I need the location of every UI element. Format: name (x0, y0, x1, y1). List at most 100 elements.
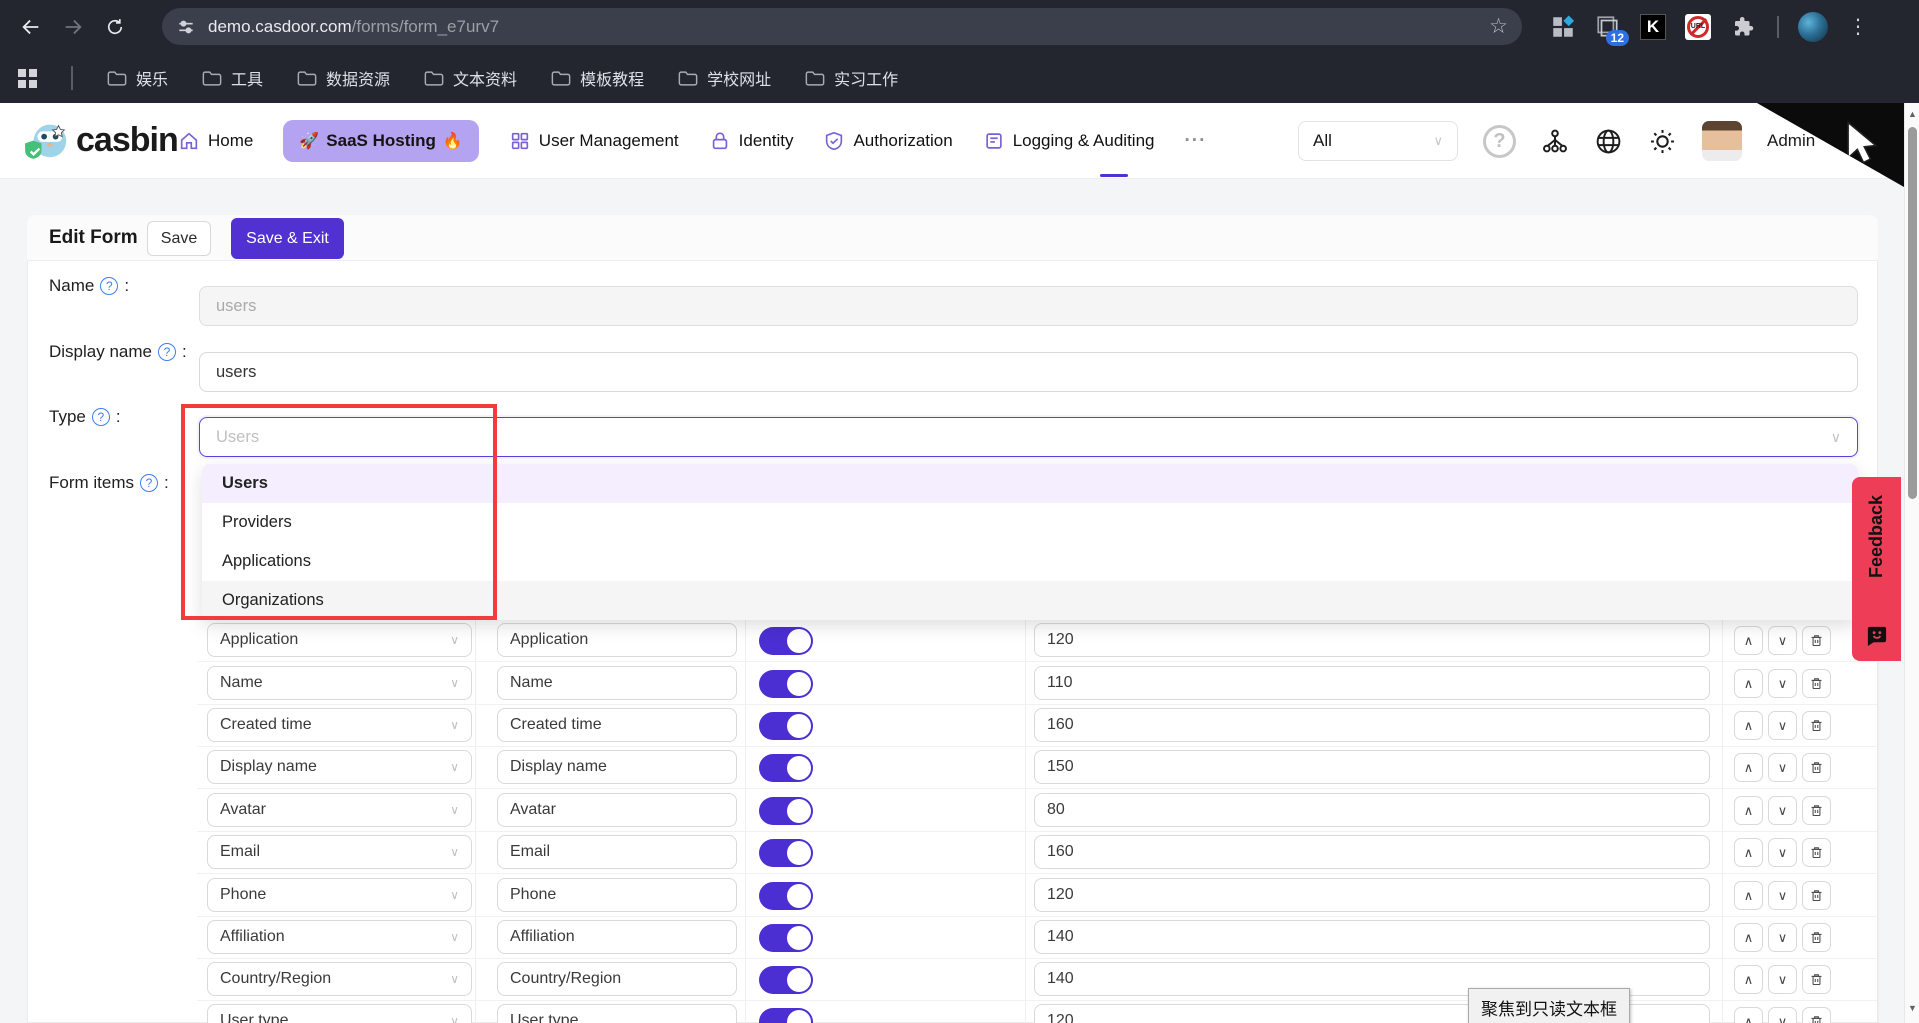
bookmark-folder-entertainment[interactable]: 娱乐 (107, 66, 168, 90)
field-name-input[interactable]: Name (497, 666, 737, 700)
nav-identity[interactable]: Identity (709, 130, 794, 152)
move-down-button[interactable]: ∨ (1768, 796, 1797, 825)
move-up-button[interactable]: ∧ (1734, 711, 1763, 740)
width-input[interactable] (1034, 793, 1710, 827)
field-name-input[interactable]: Created time (497, 708, 737, 742)
scrollbar-thumb[interactable] (1908, 127, 1917, 499)
delete-button[interactable] (1802, 796, 1831, 825)
help-icon[interactable]: ? (92, 408, 110, 426)
field-type-select[interactable]: Display name∨ (207, 750, 472, 784)
visible-toggle[interactable] (759, 670, 813, 698)
visible-toggle[interactable] (759, 924, 813, 952)
bookmark-folder-tools[interactable]: 工具 (202, 66, 263, 90)
width-input[interactable] (1034, 623, 1710, 657)
move-down-button[interactable]: ∨ (1768, 838, 1797, 867)
help-icon[interactable]: ? (140, 474, 158, 492)
sitemap-icon[interactable] (1541, 127, 1569, 155)
move-down-button[interactable]: ∨ (1768, 923, 1797, 952)
field-type-select[interactable]: Name∨ (207, 666, 472, 700)
name-input[interactable] (199, 286, 1858, 326)
field-name-input[interactable]: Display name (497, 750, 737, 784)
nav-authorization[interactable]: Authorization (823, 130, 952, 152)
field-type-select[interactable]: Application∨ (207, 623, 472, 657)
bookmark-folder-internship[interactable]: 实习工作 (805, 66, 898, 90)
bookmark-folder-data[interactable]: 数据资源 (297, 66, 390, 90)
save-exit-button[interactable]: Save & Exit (231, 218, 344, 259)
back-button[interactable] (14, 10, 48, 44)
field-name-input[interactable]: Phone (497, 878, 737, 912)
width-input[interactable] (1034, 835, 1710, 869)
nav-user-management[interactable]: User Management (509, 130, 679, 152)
reload-button[interactable] (98, 10, 132, 44)
url-bar[interactable]: demo.casdoor.com/forms/form_e7urv7 ☆ (162, 8, 1522, 45)
nav-home[interactable]: Home (178, 130, 253, 152)
delete-button[interactable] (1802, 1007, 1831, 1023)
field-type-select[interactable]: Affiliation∨ (207, 920, 472, 954)
move-up-button[interactable]: ∧ (1734, 753, 1763, 782)
field-name-input[interactable]: Affiliation (497, 920, 737, 954)
field-type-select[interactable]: Avatar∨ (207, 793, 472, 827)
browser-menu-button[interactable]: ⋮ (1843, 12, 1873, 42)
move-up-button[interactable]: ∧ (1734, 965, 1763, 994)
save-button[interactable]: Save (147, 221, 211, 256)
help-icon[interactable]: ? (158, 343, 176, 361)
field-name-input[interactable]: User type (497, 1004, 737, 1023)
scroll-up-arrow[interactable]: ▲ (1905, 109, 1919, 119)
field-type-select[interactable]: Created time∨ (207, 708, 472, 742)
move-up-button[interactable]: ∧ (1734, 1007, 1763, 1023)
move-down-button[interactable]: ∨ (1768, 626, 1797, 655)
visible-toggle[interactable] (759, 839, 813, 867)
extensions-menu-button[interactable] (1728, 12, 1758, 42)
nav-logging-auditing[interactable]: Logging & Auditing (983, 130, 1155, 152)
organization-filter-select[interactable]: All ∨ (1298, 121, 1458, 161)
move-down-button[interactable]: ∨ (1768, 669, 1797, 698)
delete-button[interactable] (1802, 626, 1831, 655)
field-type-select[interactable]: User type∨ (207, 1004, 472, 1023)
bookmark-folder-templates[interactable]: 模板教程 (551, 66, 644, 90)
field-type-select[interactable]: Phone∨ (207, 878, 472, 912)
help-icon[interactable]: ? (100, 277, 118, 295)
visible-toggle[interactable] (759, 1008, 813, 1023)
forward-button[interactable] (56, 10, 90, 44)
theme-sun-icon[interactable] (1648, 127, 1677, 156)
width-input[interactable] (1034, 666, 1710, 700)
width-input[interactable] (1034, 708, 1710, 742)
move-down-button[interactable]: ∨ (1768, 753, 1797, 782)
width-input[interactable] (1034, 750, 1710, 784)
width-input[interactable] (1034, 878, 1710, 912)
grid-extension-icon[interactable] (1548, 12, 1578, 42)
move-up-button[interactable]: ∧ (1734, 669, 1763, 698)
feedback-button[interactable]: Feedback (1852, 477, 1901, 661)
nav-more-button[interactable]: ··· (1184, 130, 1206, 152)
tab-manager-extension-icon[interactable]: 12 (1593, 12, 1623, 42)
page-scrollbar[interactable]: ▲ ▼ (1904, 103, 1919, 1023)
language-globe-icon[interactable] (1594, 127, 1623, 156)
admin-label[interactable]: Admin (1767, 131, 1815, 151)
delete-button[interactable] (1802, 669, 1831, 698)
visible-toggle[interactable] (759, 627, 813, 655)
width-input[interactable] (1034, 920, 1710, 954)
apps-grid-icon[interactable] (18, 69, 37, 88)
delete-button[interactable] (1802, 838, 1831, 867)
field-name-input[interactable]: Country/Region (497, 962, 737, 996)
delete-button[interactable] (1802, 923, 1831, 952)
visible-toggle[interactable] (759, 712, 813, 740)
move-down-button[interactable]: ∨ (1768, 711, 1797, 740)
delete-button[interactable] (1802, 881, 1831, 910)
delete-button[interactable] (1802, 711, 1831, 740)
visible-toggle[interactable] (759, 797, 813, 825)
casbin-logo[interactable]: casbin (24, 117, 178, 163)
move-down-button[interactable]: ∨ (1768, 1007, 1797, 1023)
k-extension-icon[interactable]: K (1638, 12, 1668, 42)
delete-button[interactable] (1802, 965, 1831, 994)
move-down-button[interactable]: ∨ (1768, 881, 1797, 910)
field-name-input[interactable]: Avatar (497, 793, 737, 827)
visible-toggle[interactable] (759, 754, 813, 782)
field-type-select[interactable]: Email∨ (207, 835, 472, 869)
field-type-select[interactable]: Country/Region∨ (207, 962, 472, 996)
move-up-button[interactable]: ∧ (1734, 881, 1763, 910)
move-up-button[interactable]: ∧ (1734, 838, 1763, 867)
field-name-input[interactable]: Email (497, 835, 737, 869)
browser-profile-button[interactable] (1798, 12, 1828, 42)
delete-button[interactable] (1802, 753, 1831, 782)
